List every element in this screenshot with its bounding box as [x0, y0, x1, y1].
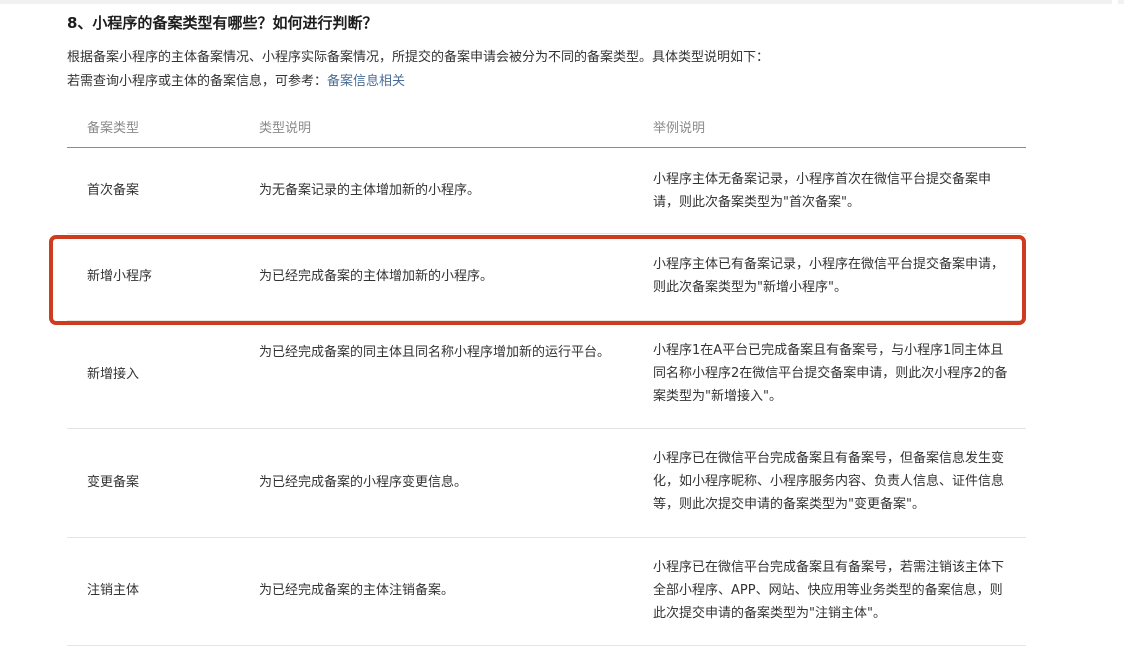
filing-type-table: 备案类型 类型说明 举例说明 首次备案 为无备案记录的主体增加新的小程序。 小程…: [67, 105, 1026, 646]
intro-text: 根据备案小程序的主体备案情况、小程序实际备案情况，所提交的备案申请会被分为不同的…: [67, 50, 770, 65]
table-row: 新增小程序 为已经完成备案的主体增加新的小程序。 小程序主体已有备案记录，小程序…: [67, 234, 1026, 321]
filing-info-link[interactable]: 备案信息相关: [327, 74, 405, 89]
header-type-desc: 类型说明: [259, 121, 312, 136]
top-divider-left: [0, 0, 1112, 4]
row-example: 小程序1在A平台已完成备案且有备案号，与小程序1同主体且同名称小程序2在微信平台…: [653, 343, 1008, 404]
table-row: 首次备案 为无备案记录的主体增加新的小程序。 小程序主体无备案记录，小程序首次在…: [67, 148, 1026, 234]
row-type: 新增小程序: [87, 269, 153, 284]
table-row: 变更备案 为已经完成备案的小程序变更信息。 小程序已在微信平台完成备案且有备案号…: [67, 429, 1026, 538]
intro-reference-text: 若需查询小程序或主体的备案信息，可参考：: [67, 74, 328, 89]
row-example: 小程序已在微信平台完成备案且有备案号，但备案信息发生变化，如小程序昵称、小程序服…: [653, 451, 1005, 512]
intro-reference: 若需查询小程序或主体的备案信息，可参考：备案信息相关: [67, 70, 405, 89]
row-type: 变更备案: [87, 475, 140, 490]
row-desc: 为已经完成备案的主体注销备案。: [259, 583, 455, 598]
row-type: 首次备案: [87, 183, 140, 198]
row-desc: 为已经完成备案的主体增加新的小程序。: [259, 269, 494, 284]
row-desc: 为已经完成备案的同主体且同名称小程序增加新的运行平台。: [259, 345, 611, 360]
header-example: 举例说明: [653, 121, 706, 136]
row-example: 小程序主体已有备案记录，小程序在微信平台提交备案申请，则此次备案类型为"新增小程…: [653, 257, 1005, 295]
row-example: 小程序主体无备案记录，小程序首次在微信平台提交备案申请，则此次备案类型为"首次备…: [653, 172, 992, 210]
row-type: 注销主体: [87, 583, 140, 598]
table-header: 备案类型 类型说明 举例说明: [67, 105, 1026, 148]
row-example: 小程序已在微信平台完成备案且有备案号，若需注销该主体下全部小程序、APP、网站、…: [653, 560, 1005, 621]
table-row: 新增接入 为已经完成备案的同主体且同名称小程序增加新的运行平台。 小程序1在A平…: [67, 321, 1026, 429]
top-divider-right: [1118, 0, 1124, 4]
section-heading: 8、小程序的备案类型有哪些？如何进行判断？: [67, 14, 378, 32]
top-divider: [0, 0, 1124, 4]
row-type: 新增接入: [87, 367, 140, 382]
row-desc: 为无备案记录的主体增加新的小程序。: [259, 183, 481, 198]
header-filing-type: 备案类型: [87, 121, 140, 136]
table-row: 注销主体 为已经完成备案的主体注销备案。 小程序已在微信平台完成备案且有备案号，…: [67, 538, 1026, 646]
row-desc: 为已经完成备案的小程序变更信息。: [259, 475, 468, 490]
